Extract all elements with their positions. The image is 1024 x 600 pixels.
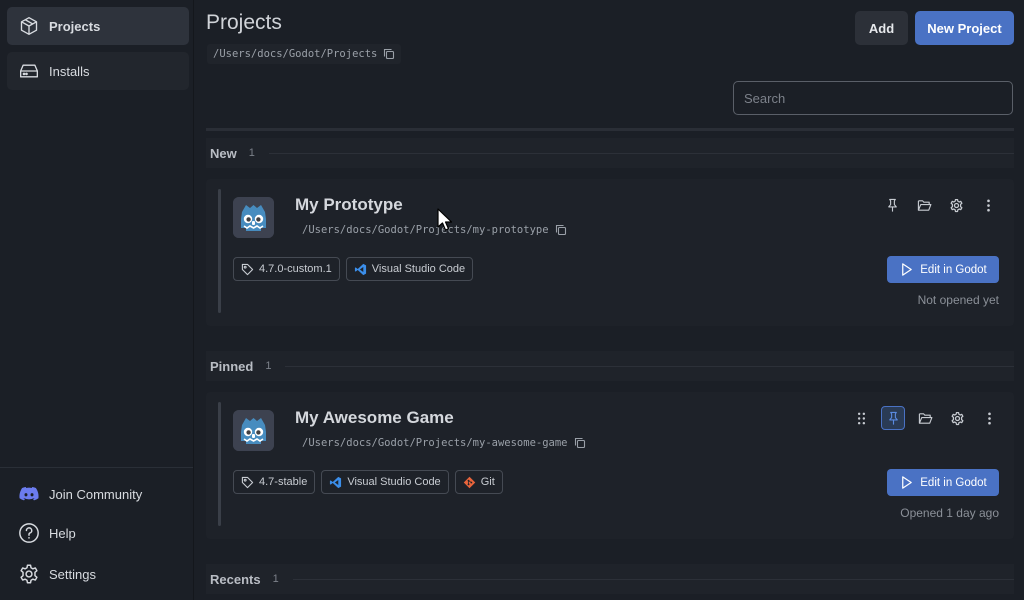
section-label: Pinned: [210, 358, 254, 374]
vcs-tag[interactable]: Git: [454, 470, 503, 494]
play-icon: [902, 476, 913, 489]
box-icon: [20, 17, 38, 35]
vscode-icon: [354, 263, 366, 275]
more-vertical-icon: [987, 412, 991, 424]
godot-logo-icon: [233, 197, 274, 238]
pin-button[interactable]: [880, 193, 904, 217]
join-community-label: Join Community: [49, 486, 143, 502]
version-tag[interactable]: 4.7-stable: [233, 470, 316, 494]
section-header-recents: Recents 1: [206, 564, 1014, 594]
gear-icon: [20, 564, 38, 584]
open-folder-button[interactable]: [912, 193, 936, 217]
add-button[interactable]: Add: [855, 11, 908, 45]
section-line: [292, 578, 1014, 580]
section-header-new: New 1: [206, 138, 1014, 168]
vcs-tag-label: Git: [480, 476, 495, 488]
card-accent: [218, 402, 221, 526]
editor-tag[interactable]: Visual Studio Code: [321, 470, 449, 494]
discord-icon: [19, 486, 39, 501]
project-card-my-prototype[interactable]: My Prototype /Users/docs/Godot/Projects/…: [206, 179, 1014, 326]
version-tag-label: 4.7-stable: [259, 476, 308, 488]
edit-in-godot-label: Edit in Godot: [920, 476, 987, 489]
sidebar-item-label: Projects: [49, 18, 101, 34]
edit-in-godot-button[interactable]: Edit in Godot: [887, 469, 999, 496]
section-label: New: [210, 145, 237, 161]
section-label: Recents: [210, 571, 261, 587]
last-opened: Not opened yet: [917, 293, 999, 307]
gear-icon: [950, 198, 962, 212]
project-name: My Awesome Game: [295, 408, 454, 427]
join-community-link[interactable]: Join Community: [18, 483, 142, 505]
settings-label: Settings: [49, 566, 96, 582]
vscode-icon: [330, 476, 342, 488]
section-count: 1: [248, 147, 255, 159]
sidebar-item-label: Installs: [49, 63, 90, 79]
git-icon: [463, 476, 475, 488]
projects-path-text: /Users/docs/Godot/Projects: [213, 48, 378, 60]
copy-icon[interactable]: [555, 224, 567, 236]
sidebar-item-installs[interactable]: Installs: [7, 52, 189, 90]
folder-open-icon: [917, 199, 931, 211]
card-actions: [849, 406, 1001, 430]
godot-logo-icon: [233, 410, 274, 451]
sidebar-footer: Join Community Help Settings: [0, 467, 193, 600]
page-title: Projects: [206, 11, 282, 34]
version-tag-label: 4.7.0-custom.1: [259, 263, 332, 275]
copy-icon[interactable]: [574, 437, 586, 449]
pin-icon: [888, 411, 898, 425]
editor-tag[interactable]: Visual Studio Code: [345, 257, 474, 281]
section-line: [268, 152, 1014, 154]
card-accent: [218, 189, 221, 313]
mouse-cursor-icon: [437, 208, 453, 231]
copy-icon[interactable]: [383, 48, 395, 60]
editor-tag-label: Visual Studio Code: [371, 263, 466, 275]
pin-icon: [887, 198, 897, 212]
project-path: /Users/docs/Godot/Projects/my-prototype: [302, 224, 567, 236]
sidebar-item-projects[interactable]: Projects: [7, 7, 189, 45]
section-count: 1: [265, 360, 272, 372]
last-opened: Opened 1 day ago: [900, 506, 999, 520]
project-path-text: /Users/docs/Godot/Projects/my-awesome-ga…: [302, 437, 568, 449]
new-project-button[interactable]: New Project: [915, 11, 1014, 45]
gear-icon: [951, 411, 963, 425]
help-icon: [19, 523, 39, 543]
search-input[interactable]: [733, 81, 1013, 115]
more-options-button[interactable]: [976, 193, 1000, 217]
edit-in-godot-label: Edit in Godot: [920, 263, 987, 276]
edit-in-godot-button[interactable]: Edit in Godot: [887, 256, 999, 283]
section-line: [285, 365, 1014, 367]
play-icon: [902, 263, 913, 276]
help-label: Help: [49, 525, 76, 541]
divider: [206, 128, 1014, 131]
card-actions: [880, 193, 1000, 217]
projects-path: /Users/docs/Godot/Projects: [207, 44, 402, 64]
project-name: My Prototype: [295, 195, 403, 214]
more-vertical-icon: [986, 199, 990, 211]
tag-icon: [241, 263, 254, 275]
tag-icon: [241, 476, 254, 488]
drag-handle-icon: [857, 412, 865, 424]
project-tags: 4.7.0-custom.1 Visual Studio Code: [233, 257, 474, 281]
version-tag[interactable]: 4.7.0-custom.1: [233, 257, 340, 281]
section-header-pinned: Pinned 1: [206, 351, 1014, 381]
project-card-my-awesome-game[interactable]: My Awesome Game /Users/docs/Godot/Projec…: [206, 392, 1014, 539]
drive-icon: [20, 64, 38, 78]
section-count: 1: [272, 573, 279, 585]
settings-link[interactable]: Settings: [18, 563, 96, 585]
project-settings-button[interactable]: [944, 193, 968, 217]
editor-tag-label: Visual Studio Code: [347, 476, 441, 488]
project-tags: 4.7-stable Visual Studio Code Git: [233, 470, 503, 494]
help-link[interactable]: Help: [18, 522, 76, 544]
unpin-button[interactable]: [881, 406, 905, 430]
drag-handle[interactable]: [849, 406, 873, 430]
more-options-button[interactable]: [977, 406, 1001, 430]
folder-open-icon: [918, 412, 932, 424]
project-path: /Users/docs/Godot/Projects/my-awesome-ga…: [302, 437, 586, 449]
project-path-text: /Users/docs/Godot/Projects/my-prototype: [302, 224, 549, 236]
project-settings-button[interactable]: [945, 406, 969, 430]
open-folder-button[interactable]: [913, 406, 937, 430]
main-content: Projects /Users/docs/Godot/Projects Add …: [194, 0, 1024, 600]
sidebar: Projects Installs Join Community Help Se…: [0, 0, 194, 600]
